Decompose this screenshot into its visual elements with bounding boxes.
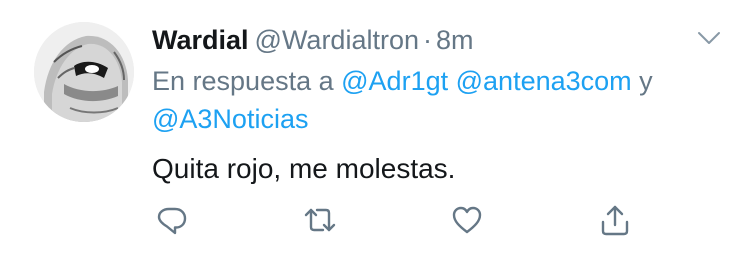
mention-joiner: y xyxy=(639,66,653,96)
tweet-header: Wardial @Wardialtron · 8m xyxy=(152,22,474,58)
reply-prefix: En respuesta a xyxy=(152,66,334,96)
reply-icon xyxy=(157,207,187,235)
reply-button[interactable] xyxy=(155,203,189,237)
share-icon xyxy=(601,205,629,236)
separator-dot: · xyxy=(422,25,432,55)
like-button[interactable] xyxy=(450,203,484,237)
tweet: Wardial @Wardialtron · 8m En respuesta a @A… xyxy=(0,0,750,256)
avatar[interactable] xyxy=(34,22,134,122)
timestamp[interactable]: 8m xyxy=(436,25,474,55)
avatar-image xyxy=(34,22,134,122)
mention-link[interactable]: @A3Noticias xyxy=(152,104,308,134)
retweet-icon xyxy=(304,208,336,232)
mention-link[interactable]: @antena3com xyxy=(456,66,632,96)
reply-context: En respuesta a @Adr1gt @antena3com y @A3… xyxy=(152,62,712,138)
mention-link[interactable]: @Adr1gt xyxy=(341,66,448,96)
chevron-down-icon[interactable] xyxy=(697,30,721,46)
retweet-button[interactable] xyxy=(303,203,337,237)
tweet-text: Quita rojo, me molestas. xyxy=(152,153,456,184)
display-name[interactable]: Wardial xyxy=(152,25,249,55)
user-handle[interactable]: @Wardialtron xyxy=(255,25,419,55)
heart-icon xyxy=(452,206,482,234)
share-button[interactable] xyxy=(598,203,632,237)
